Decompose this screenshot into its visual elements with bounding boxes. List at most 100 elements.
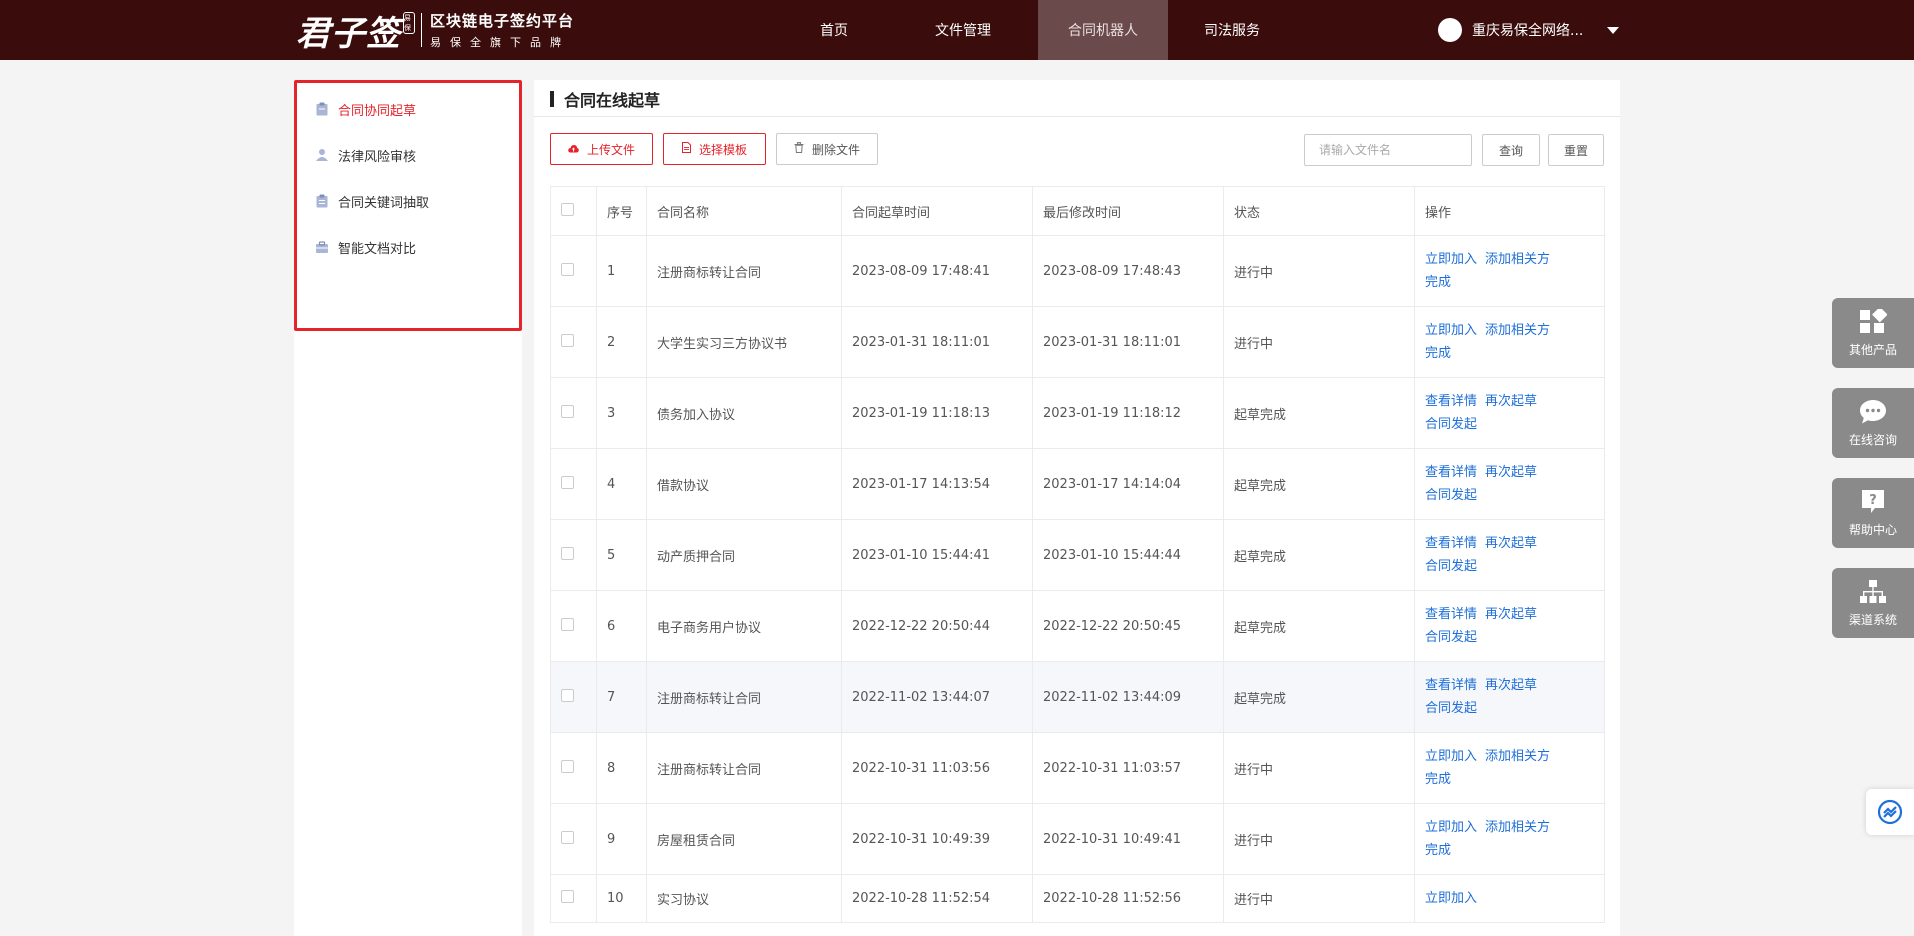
file-name-search-input[interactable] [1304,134,1472,166]
row-select-cell[interactable] [550,306,597,378]
header-select-all[interactable] [550,186,597,236]
row-action-link[interactable]: 添加相关方 [1485,252,1550,267]
row-checkbox[interactable] [561,333,574,347]
status-badge: 进行中 [1223,874,1415,923]
table-row[interactable]: 7 注册商标转让合同 2022-11-02 13:44:07 2022-11-02 1… [550,661,1605,733]
row-actions: 查看详情 再次起草 合同发起 [1414,448,1605,520]
logo-divider [421,13,422,47]
sidebar-item-collaborative-drafting[interactable]: 合同协同起草 [316,99,416,119]
channel-system-widget[interactable]: 渠道系统 [1832,568,1914,638]
user-menu[interactable]: 重庆易保全网络... [1438,18,1620,42]
nav-contract-robot[interactable]: 合同机器人 [1038,0,1168,60]
row-action-link[interactable]: 合同发起 [1425,701,1477,716]
delete-file-button[interactable]: 删除文件 [776,133,878,165]
row-checkbox[interactable] [561,262,574,276]
row-action-link[interactable]: 再次起草 [1485,678,1537,693]
row-action-link[interactable]: 立即加入 [1425,323,1477,338]
row-action-link[interactable]: 再次起草 [1485,536,1537,551]
row-action-link[interactable]: 合同发起 [1425,417,1477,432]
row-select-cell[interactable] [550,448,597,520]
query-button[interactable]: 查询 [1482,134,1540,166]
other-products-widget[interactable]: 其他产品 [1832,298,1914,368]
help-center-widget[interactable]: ? 帮助中心 [1832,478,1914,548]
reset-button[interactable]: 重置 [1548,134,1604,166]
sidebar-item-keyword-extraction[interactable]: 合同关键词抽取 [316,191,429,211]
table-row[interactable]: 6 电子商务用户协议 2022-12-22 20:50:44 2022-12-22 2… [550,590,1605,662]
row-actions: 查看详情 再次起草 合同发起 [1414,519,1605,591]
row-action-link[interactable]: 完成 [1425,275,1451,290]
row-select-cell[interactable] [550,519,597,591]
online-consult-widget[interactable]: 在线咨询 [1832,388,1914,458]
row-action-link[interactable]: 立即加入 [1425,820,1477,835]
logo-subslogan: 易保全旗下品牌 [430,36,570,49]
row-action-link[interactable]: 查看详情 [1425,465,1477,480]
row-checkbox[interactable] [561,475,574,489]
row-checkbox[interactable] [561,830,574,844]
column-header: 最后修改时间 [1032,186,1224,236]
sidebar-item-risk-review[interactable]: 法律风险审核 [316,145,416,165]
table-row[interactable]: 3 债务加入协议 2023-01-19 11:18:13 2023-01-19 11:… [550,377,1605,449]
help-icon: ? [1862,489,1884,513]
sidebar-item-label: 合同关键词抽取 [338,195,430,211]
upload-file-button[interactable]: 上传文件 [550,133,653,165]
row-action-link[interactable]: 查看详情 [1425,536,1477,551]
row-action-link[interactable]: 再次起草 [1485,394,1537,409]
contract-name: 注册商标转让合同 [646,732,842,804]
nav-file-management[interactable]: 文件管理 [888,0,1038,60]
row-checkbox[interactable] [561,759,574,773]
row-action-link[interactable]: 添加相关方 [1485,323,1550,338]
chat-bubble-icon [1860,399,1886,423]
row-checkbox[interactable] [561,688,574,702]
row-action-link[interactable]: 合同发起 [1425,630,1477,645]
row-select-cell[interactable] [550,235,597,307]
row-action-link[interactable]: 再次起草 [1485,607,1537,622]
row-select-cell[interactable] [550,590,597,662]
row-select-cell[interactable] [550,803,597,875]
assistant-widget[interactable] [1866,789,1914,835]
row-action-link[interactable]: 完成 [1425,346,1451,361]
briefcase-icon [316,240,328,254]
table-row[interactable]: 8 注册商标转让合同 2022-10-31 11:03:56 2022-10-31 1… [550,732,1605,804]
user-icon [316,148,328,162]
select-all-checkbox[interactable] [561,202,574,216]
row-action-link[interactable]: 完成 [1425,772,1451,787]
row-checkbox[interactable] [561,404,574,418]
row-number: 6 [596,590,647,662]
row-action-link[interactable]: 查看详情 [1425,394,1477,409]
select-template-button[interactable]: 选择模板 [663,133,766,165]
sidebar-item-document-compare[interactable]: 智能文档对比 [316,237,416,257]
table-row[interactable]: 1 注册商标转让合同 2023-08-09 17:48:41 2023-08-09 1… [550,235,1605,307]
row-action-link[interactable]: 合同发起 [1425,488,1477,503]
row-action-link[interactable]: 查看详情 [1425,607,1477,622]
row-action-link[interactable]: 查看详情 [1425,678,1477,693]
table-row[interactable]: 10 实习协议 2022-10-28 11:52:54 2022-10-28 11:5… [550,874,1605,923]
hierarchy-icon [1860,579,1886,603]
row-action-link[interactable]: 再次起草 [1485,465,1537,480]
sidebar-item-label: 智能文档对比 [338,241,417,257]
contract-name: 债务加入协议 [646,377,842,449]
row-action-link[interactable]: 立即加入 [1425,749,1477,764]
row-checkbox[interactable] [561,546,574,560]
table-row[interactable]: 9 房屋租赁合同 2022-10-31 10:49:39 2022-10-31 10:… [550,803,1605,875]
nav-judicial-service[interactable]: 司法服务 [1168,0,1296,60]
table-row[interactable]: 2 大学生实习三方协议书 2023-01-31 18:11:01 2023-01-31… [550,306,1605,378]
logo[interactable]: 君子签 易保 区块链电子签约平台 易保全旗下品牌 [296,8,574,54]
row-action-link[interactable]: 添加相关方 [1485,820,1550,835]
row-checkbox[interactable] [561,890,574,903]
row-action-link[interactable]: 完成 [1425,843,1451,858]
row-select-cell[interactable] [550,732,597,804]
row-select-cell[interactable] [550,377,597,449]
row-action-link[interactable]: 合同发起 [1425,559,1477,574]
row-select-cell[interactable] [550,661,597,733]
row-action-link[interactable]: 添加相关方 [1485,749,1550,764]
row-action-link[interactable]: 立即加入 [1425,891,1477,906]
table-row[interactable]: 5 动产质押合同 2023-01-10 15:44:41 2023-01-10 15:… [550,519,1605,591]
nav-home[interactable]: 首页 [780,0,888,60]
row-action-link[interactable]: 立即加入 [1425,252,1477,267]
row-select-cell[interactable] [550,874,597,923]
row-actions: 查看详情 再次起草 合同发起 [1414,661,1605,733]
table-row[interactable]: 4 借款协议 2023-01-17 14:13:54 2023-01-17 14:14… [550,448,1605,520]
contract-name: 注册商标转让合同 [646,235,842,307]
row-checkbox[interactable] [561,617,574,631]
modified-time: 2023-01-10 15:44:44 [1032,519,1224,591]
